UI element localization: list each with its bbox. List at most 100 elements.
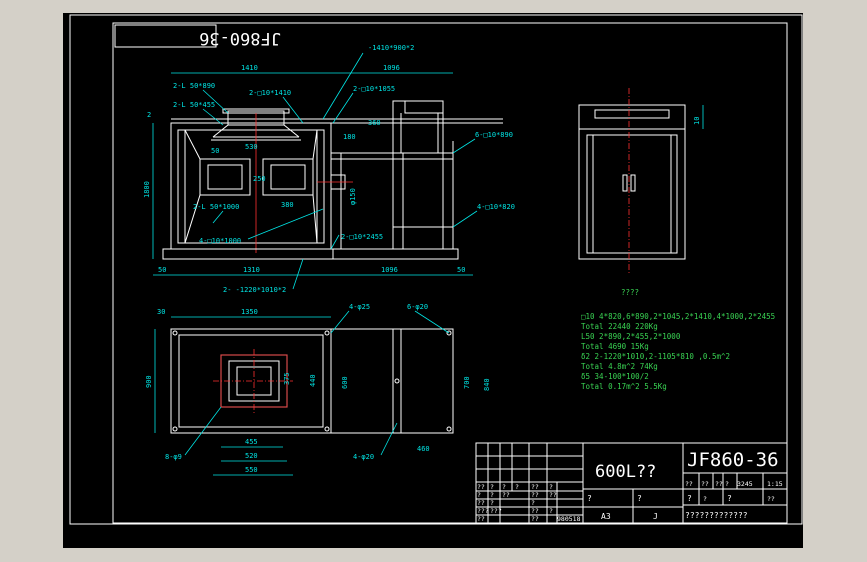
title-part-name: 600L?? — [595, 462, 656, 482]
base-right — [332, 248, 459, 260]
dim-380: 380 — [281, 201, 294, 209]
tb-cell-3: ? — [502, 483, 506, 491]
dim-channel-1000: 4-□10*1000 — [199, 237, 241, 245]
window-right-inner — [270, 164, 306, 190]
notes-line-5: δ2 2-1220*1010,2-1105*810 ,0.5m^2 — [581, 352, 730, 361]
hole-3 — [172, 426, 178, 432]
dim-dia-150: φ150 — [349, 188, 357, 205]
side-top-inner — [594, 109, 670, 119]
dim-1096-bottom: 1096 — [381, 266, 398, 274]
dim-50: 50 — [211, 147, 219, 155]
plan-outline-right — [330, 328, 454, 434]
side-handle-l — [622, 174, 628, 192]
notes-line-1: □10 4*820,6*890,2*1045,2*1410,4*1000,2*2… — [581, 312, 775, 321]
leader-channel-820 — [452, 210, 478, 228]
tb-cell-24: ? — [725, 480, 729, 488]
dim-holes-20-top: 6-φ20 — [407, 303, 428, 311]
notes-line-8: Total 0.17m^2 5.5Kg — [581, 382, 667, 391]
tb-cell-1: ?? — [477, 483, 485, 491]
upper-tower-cap — [404, 100, 444, 114]
leader-channel-890 — [452, 138, 476, 154]
title-q3: ? — [687, 494, 692, 503]
dim-bottom-50-right: 50 — [457, 266, 465, 274]
leader-channel-1000 — [247, 208, 324, 240]
tb-cell-7: ? — [477, 491, 481, 499]
tb-cell-18: ? — [549, 507, 553, 515]
tb-cell-13: ? — [490, 499, 494, 507]
dim-375: 375 — [283, 372, 291, 385]
window-diagonal-br — [312, 194, 318, 244]
dim-1350: 1350 — [241, 308, 258, 316]
dim-1310: 1310 — [243, 266, 260, 274]
base-left — [162, 248, 334, 260]
tb-cell-17: ?? — [531, 507, 539, 515]
dim-2: 2 — [147, 111, 151, 119]
leader-holes-25 — [330, 310, 350, 334]
dim-channel-1055: 2-□10*1055 — [353, 85, 395, 93]
title-q4: ? — [727, 494, 732, 503]
dim-1096-top: 1096 — [383, 64, 400, 72]
title-date: 980518 — [557, 515, 581, 523]
hole-6 — [446, 426, 452, 432]
side-body-inner — [586, 134, 678, 254]
bill-of-materials-notes: ???? □10 4*820,6*890,2*1045,2*1410,4*100… — [581, 288, 775, 391]
sheet-outer-frame — [69, 14, 803, 525]
tb-cell-23: ?? — [715, 480, 723, 488]
side-view: 10 — [578, 88, 704, 273]
tb-cell-5: ?? — [531, 483, 539, 491]
leader-holes-20-bottom — [380, 422, 398, 456]
dim-700: 700 — [463, 376, 471, 389]
notes-line-2: Total 22440 220Kg — [581, 322, 658, 331]
dim-channel-890: 6-□10*890 — [475, 131, 513, 139]
mirrored-drawing-code: JF860-36 — [199, 28, 281, 48]
title-block: 600L?? JF860-36 3245 1:15 A3 J ?????????… — [475, 442, 788, 524]
title-sheet-size: A3 — [601, 512, 611, 521]
tb-cell-22: ?? — [701, 480, 709, 488]
tb-cell-25: ? — [703, 495, 707, 503]
tb-cell-11: ?? — [549, 491, 557, 499]
hole-7 — [394, 378, 400, 384]
tb-cell-21: ?? — [685, 480, 693, 488]
dim-angle-455: 2-L 50*455 — [173, 101, 215, 109]
tb-cell-14: ? — [531, 499, 535, 507]
dim-angle-1000: 2-L 50*1000 — [193, 203, 239, 211]
title-scale-1: 3245 — [737, 480, 753, 488]
dim-side-10: 10 — [693, 117, 701, 125]
dim-top-plate: -1410*900*2 — [368, 44, 414, 52]
title-drawing-code: JF860-36 — [687, 449, 779, 471]
tb-cell-26: ?? — [767, 495, 775, 503]
dim-30: 30 — [157, 308, 165, 316]
cad-drawing: JF860-36 1410 1096 -1410*900*2 2-L 50*89… — [69, 14, 803, 525]
dim-530: 530 — [245, 143, 258, 151]
leader-bottom-plate — [292, 258, 304, 290]
tb-cell-4: ? — [515, 483, 519, 491]
notes-line-3: L50 2*890,2*455,2*1000 — [581, 332, 681, 341]
dim-520: 520 — [245, 452, 258, 460]
leader-channel-2455 — [330, 234, 340, 250]
notes-title: ???? — [621, 288, 639, 297]
tb-cell-15: ??? — [477, 507, 489, 515]
leader-angle-1000 — [212, 210, 224, 224]
dim-channel-2455: 2-□10*2455 — [341, 233, 383, 241]
hole-2 — [324, 330, 330, 336]
dim-1410: 1410 — [241, 64, 258, 72]
cad-viewport[interactable]: JF860-36 1410 1096 -1410*900*2 2-L 50*89… — [63, 13, 803, 548]
title-sheet-mark: J — [653, 512, 658, 521]
dim-bottom-plate: 2- -1220*1010*2 — [223, 286, 286, 294]
tb-cell-12: ?? — [477, 499, 485, 507]
side-handle-r — [630, 174, 636, 192]
window-left-inner — [207, 164, 243, 190]
tb-cell-10: ?? — [531, 491, 539, 499]
dim-angle-890: 2-L 50*890 — [173, 82, 215, 90]
window-diagonal-left — [184, 129, 201, 160]
title-q1: ? — [587, 494, 592, 503]
tb-cell-8: ? — [490, 491, 494, 499]
notes-line-6: Total 4.8m^2 74Kg — [581, 362, 658, 371]
title-scale-2: 1:15 — [767, 480, 783, 488]
dim-440: 440 — [309, 374, 317, 387]
title-q2: ? — [637, 494, 642, 503]
dim-1800: 1800 — [143, 181, 151, 198]
sheet-inner-frame — [112, 22, 788, 524]
dim-550: 550 — [245, 466, 258, 474]
dim-250: 250 — [253, 175, 266, 183]
